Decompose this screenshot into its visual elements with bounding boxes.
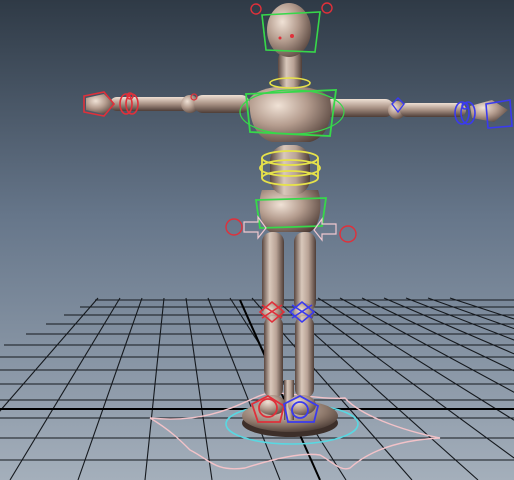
head	[267, 3, 311, 57]
3d-viewport[interactable]	[0, 0, 514, 480]
viewport-scene[interactable]	[0, 0, 514, 480]
